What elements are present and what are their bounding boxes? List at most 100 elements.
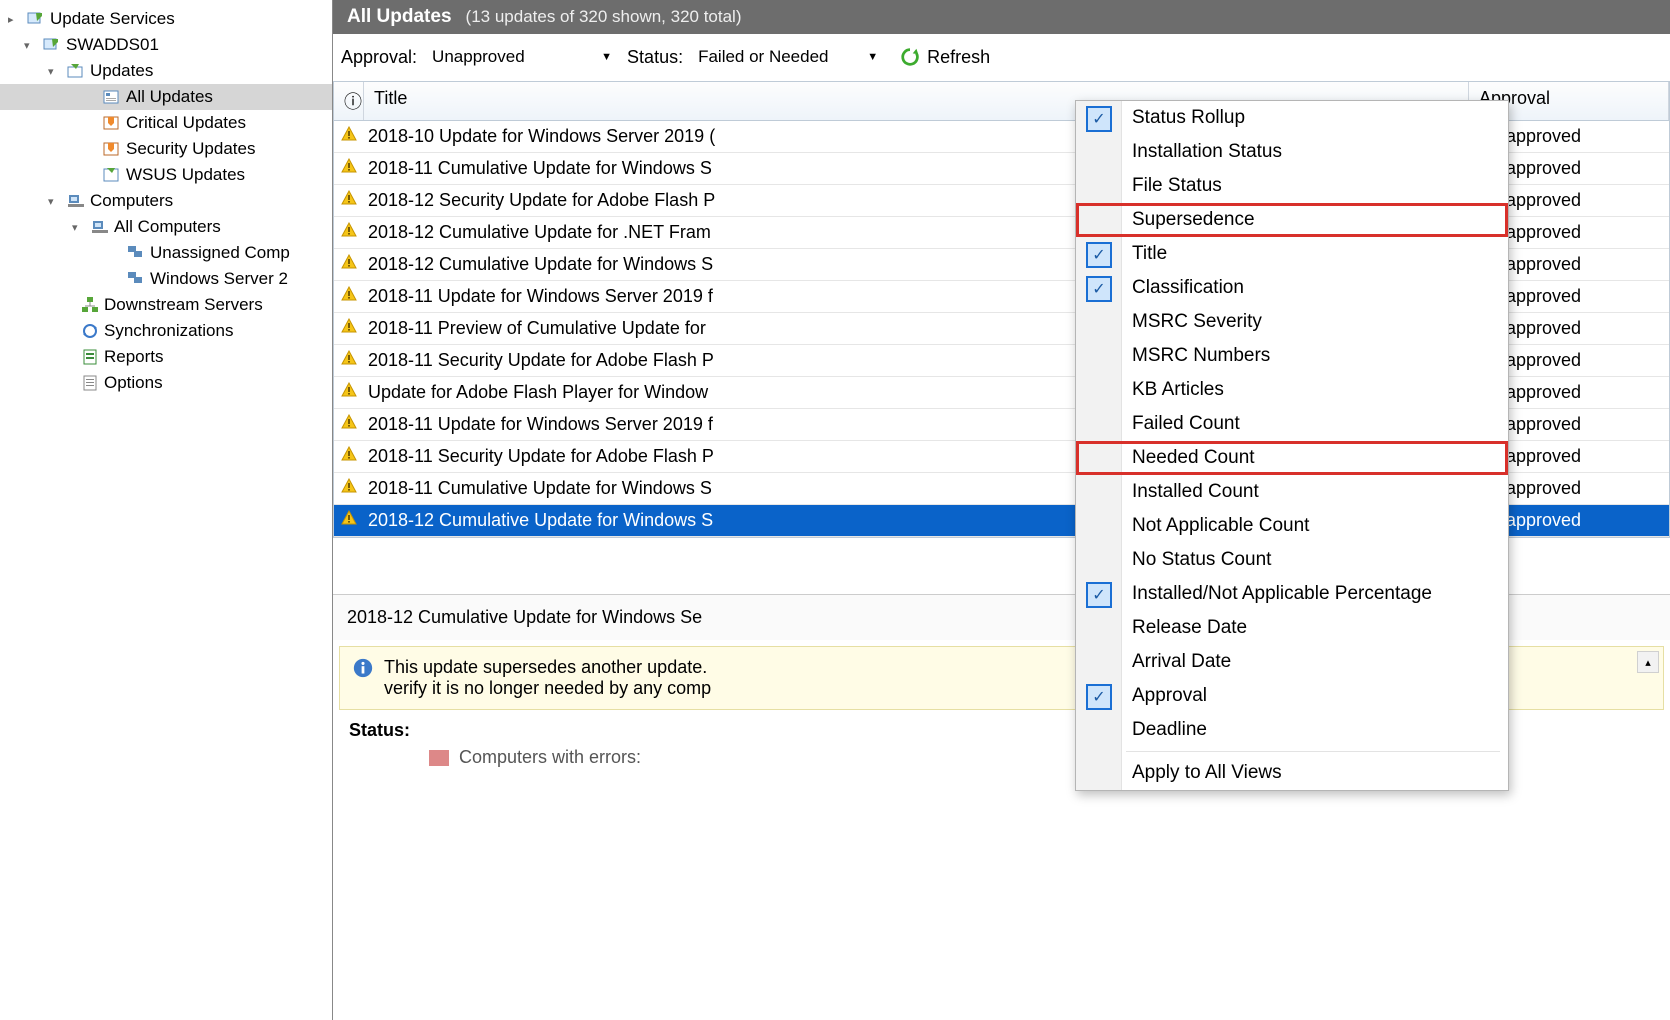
chevron-icon[interactable] [24,39,38,52]
warning-icon [341,318,357,334]
menu-item[interactable]: MSRC Numbers [1076,339,1508,373]
menu-item[interactable]: Installation Status [1076,135,1508,169]
computers-icon [66,192,86,210]
warning-icon [341,126,357,142]
warning-icon [341,382,357,398]
warning-icon [341,286,357,302]
tree-reports[interactable]: Reports [0,344,332,370]
refresh-button[interactable]: Refresh [899,46,990,68]
menu-item-label: Installed/Not Applicable Percentage [1132,583,1432,605]
check-icon: ✓ [1086,582,1112,608]
menu-item-label: MSRC Numbers [1132,345,1270,367]
menu-item-label: Failed Count [1132,413,1240,435]
tree-label: Downstream Servers [104,295,263,315]
view-count: (13 updates of 320 shown, 320 total) [466,7,742,27]
view-title: All Updates [347,6,452,28]
tree-wsus-updates[interactable]: WSUS Updates [0,162,332,188]
menu-item[interactable]: Arrival Date [1076,645,1508,679]
tree-unassigned-computers[interactable]: Unassigned Comp [0,240,332,266]
computer-group-icon [126,270,146,288]
menu-item-label: Approval [1132,685,1207,707]
menu-item[interactable]: Deadline [1076,713,1508,747]
tree-label: Critical Updates [126,113,246,133]
menu-item[interactable]: MSRC Severity [1076,305,1508,339]
approval-label: Approval: [341,47,417,68]
banner-text-left2: verify it is no longer needed by any com… [384,678,711,698]
tree-label: Updates [90,61,153,81]
tree-options[interactable]: Options [0,370,332,396]
menu-item[interactable]: Release Date [1076,611,1508,645]
menu-item[interactable]: KB Articles [1076,373,1508,407]
tree-label: All Updates [126,87,213,107]
check-icon: ✓ [1086,242,1112,268]
warning-icon [341,190,357,206]
warning-icon [341,158,357,174]
warning-icon [341,350,357,366]
status-row-label: Computers with errors: [459,747,641,768]
critical-icon [102,114,122,132]
menu-item[interactable]: ✓ Installed/Not Applicable Percentage [1076,577,1508,611]
tree-critical-updates[interactable]: Critical Updates [0,110,332,136]
menu-item[interactable]: Needed Count [1076,441,1508,475]
all-computers-icon [90,218,110,236]
downstream-icon [80,296,100,314]
check-icon: ✓ [1086,684,1112,710]
menu-item-label: Classification [1132,277,1244,299]
tree-security-updates[interactable]: Security Updates [0,136,332,162]
warning-icon [341,414,357,430]
tree-all-updates[interactable]: All Updates [0,84,332,110]
menu-item[interactable]: ✓Classification [1076,271,1508,305]
main-pane: All Updates (13 updates of 320 shown, 32… [333,0,1670,1020]
tree-server[interactable]: SWADDS01 [0,32,332,58]
approval-dropdown[interactable]: Unapproved ▼ [427,44,617,70]
warning-icon [341,446,357,462]
menu-item[interactable]: Failed Count [1076,407,1508,441]
menu-item[interactable]: No Status Count [1076,543,1508,577]
tree-label: SWADDS01 [66,35,159,55]
tree-label: Windows Server 2 [150,269,288,289]
tree-updates[interactable]: Updates [0,58,332,84]
chevron-icon[interactable] [72,221,86,234]
tree-synchronizations[interactable]: Synchronizations [0,318,332,344]
menu-item-label: KB Articles [1132,379,1224,401]
tree-downstream-servers[interactable]: Downstream Servers [0,292,332,318]
tree-label: Options [104,373,163,393]
column-icon[interactable]: ⓘ [334,82,364,120]
menu-item[interactable]: ✓ Approval [1076,679,1508,713]
updates-icon [66,62,86,80]
chevron-icon[interactable] [48,65,62,78]
tree-label: Unassigned Comp [150,243,290,263]
menu-item[interactable]: File Status [1076,169,1508,203]
status-value: Failed or Needed [698,47,828,67]
scroll-up-button[interactable]: ▴ [1637,651,1659,673]
chevron-icon[interactable] [8,13,22,26]
view-header: All Updates (13 updates of 320 shown, 32… [333,0,1670,34]
menu-item[interactable]: Apply to All Views [1076,756,1508,790]
refresh-label: Refresh [927,47,990,68]
banner-text-left: This update supersedes another update. [384,657,712,677]
menu-item[interactable]: Supersedence [1076,203,1508,237]
menu-item-label: Title [1132,243,1167,265]
tree-computers[interactable]: Computers [0,188,332,214]
menu-item-label: Release Date [1132,617,1247,639]
menu-item-label: File Status [1132,175,1222,197]
warning-icon [341,222,357,238]
chevron-icon[interactable] [48,195,62,208]
tree-label: WSUS Updates [126,165,245,185]
menu-separator [1126,751,1500,752]
tree-label: Computers [90,191,173,211]
menu-item[interactable]: ✓Status Rollup [1076,101,1508,135]
tree-all-computers[interactable]: All Computers [0,214,332,240]
menu-item[interactable]: Installed Count [1076,475,1508,509]
menu-item[interactable]: ✓ Title [1076,237,1508,271]
menu-item-label: Not Applicable Count [1132,515,1309,537]
menu-item-label: Arrival Date [1132,651,1231,673]
status-label: Status: [349,720,410,740]
caret-down-icon: ▼ [601,51,612,63]
tree-label: All Computers [114,217,221,237]
menu-item[interactable]: Not Applicable Count [1076,509,1508,543]
server-icon [42,36,62,54]
tree-root[interactable]: Update Services [0,6,332,32]
tree-windows-server-group[interactable]: Windows Server 2 [0,266,332,292]
status-dropdown[interactable]: Failed or Needed ▼ [693,44,883,70]
